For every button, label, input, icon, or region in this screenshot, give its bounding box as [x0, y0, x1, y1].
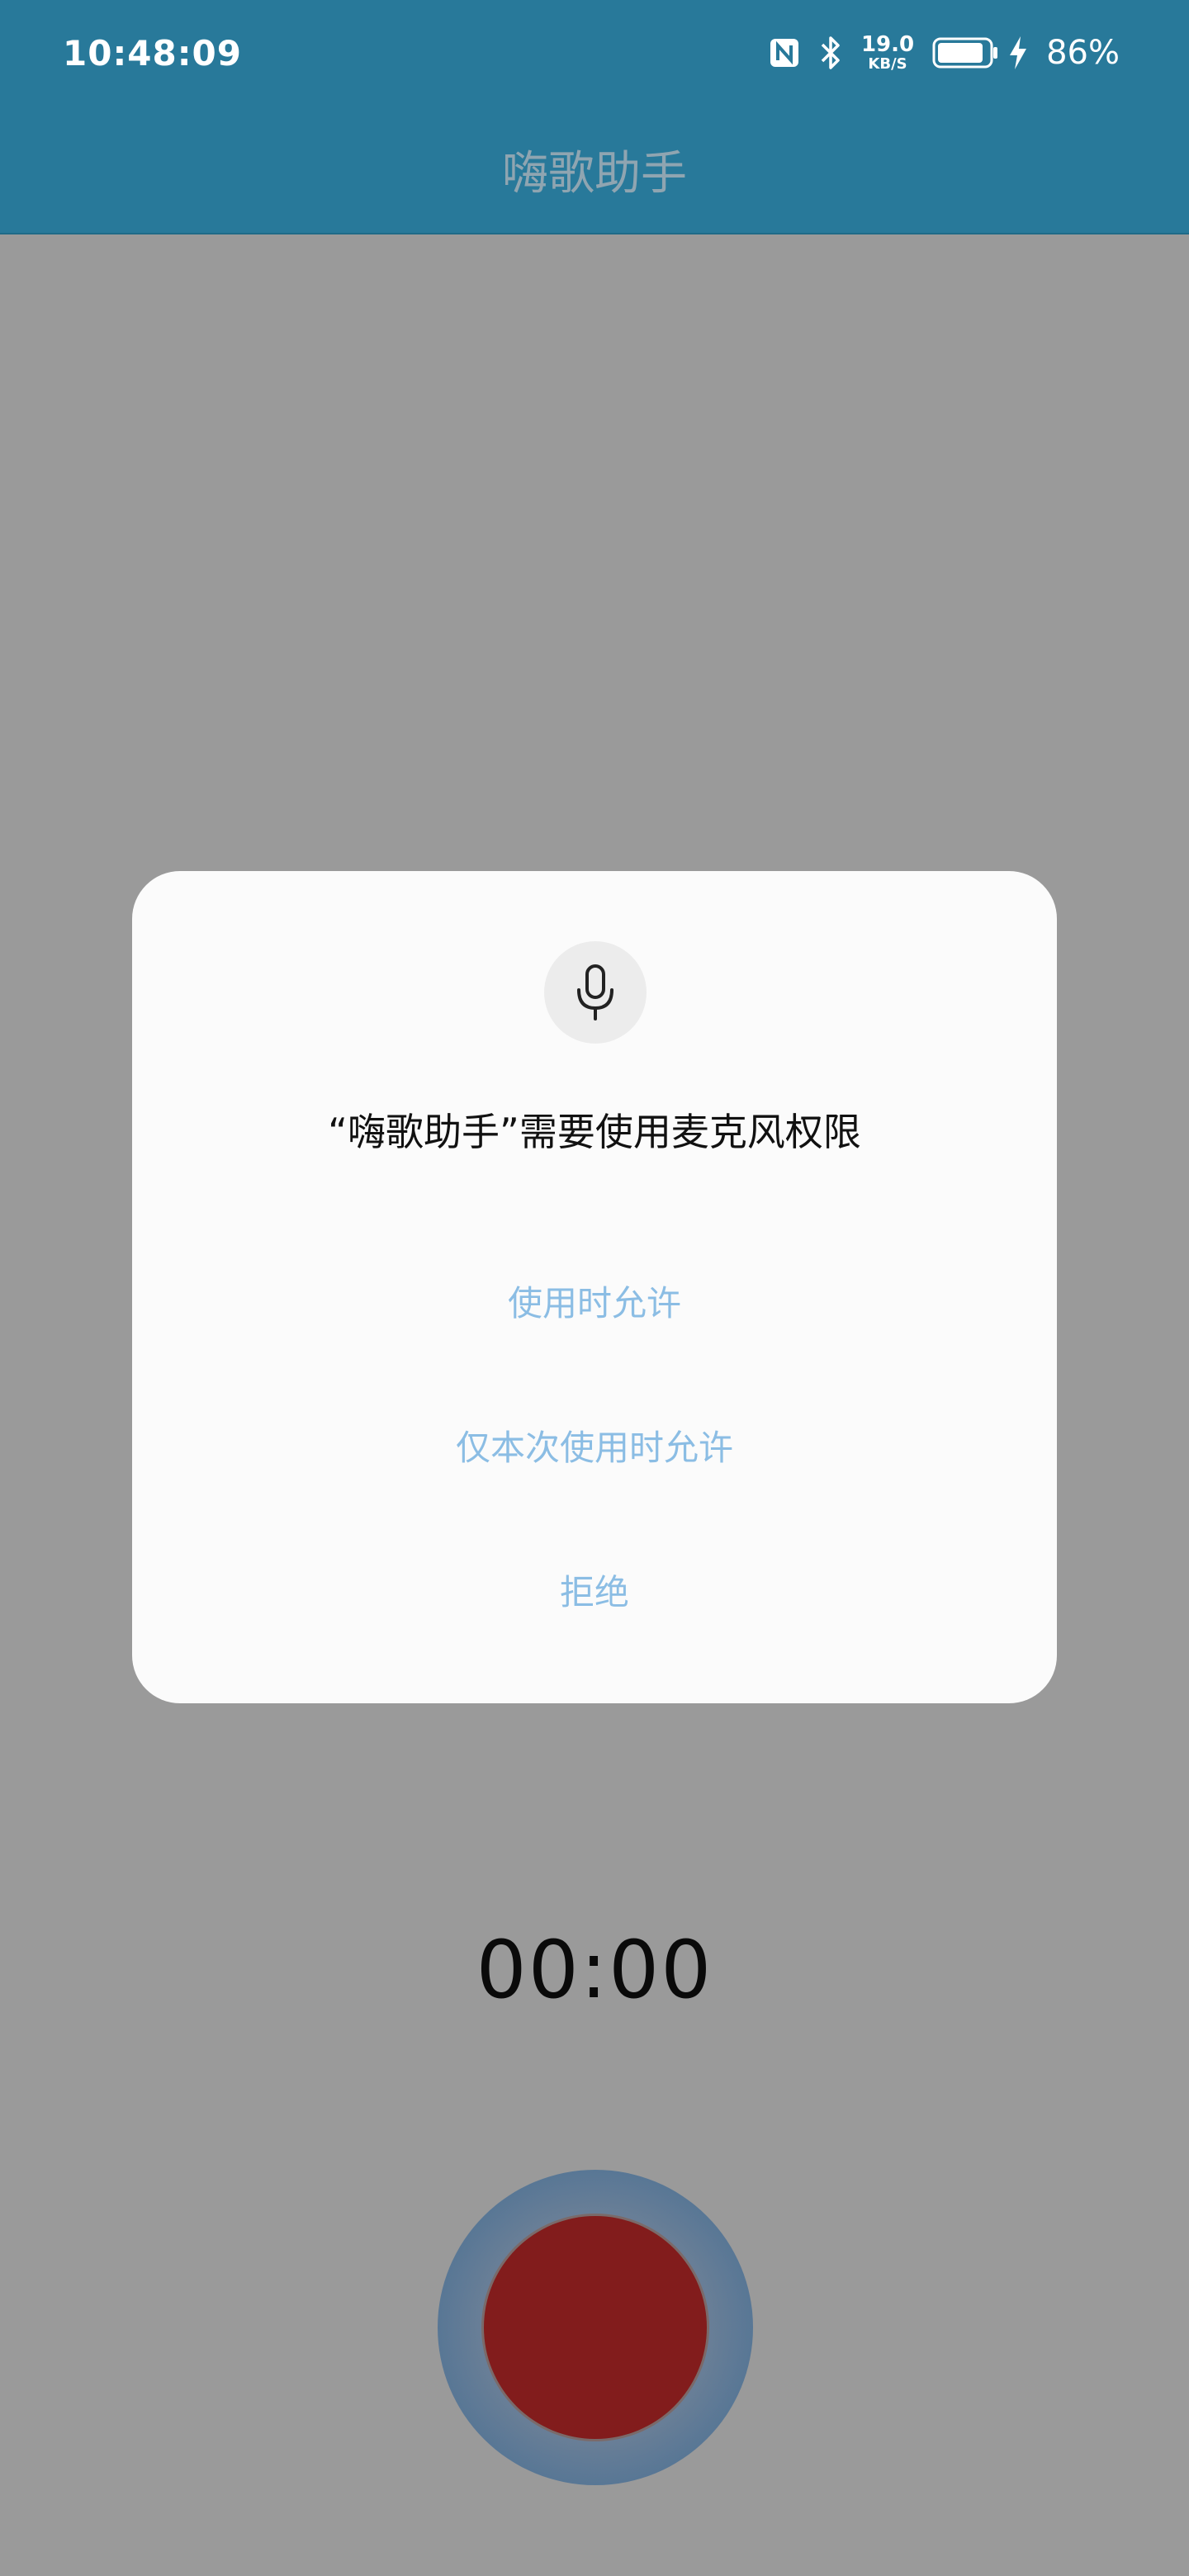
permission-dialog: “嗨歌助手”需要使用麦克风权限 使用时允许 仅本次使用时允许 拒绝 [132, 871, 1057, 1703]
nfc-icon [770, 39, 798, 67]
microphone-icon [577, 964, 613, 1020]
microphone-icon-badge [544, 941, 647, 1044]
deny-button[interactable]: 拒绝 [132, 1543, 1057, 1642]
battery-icon [932, 37, 998, 69]
app-title: 嗨歌助手 [502, 146, 687, 201]
charging-bolt-icon [1010, 36, 1027, 69]
record-button[interactable] [438, 2170, 753, 2485]
status-time: 10:48:09 [63, 33, 242, 73]
status-bar: 10:48:09 19.0 KB/S 86% [0, 0, 1189, 107]
bluetooth-icon [821, 36, 840, 69]
dialog-title: “嗨歌助手”需要使用麦克风权限 [328, 1110, 861, 1154]
allow-this-time-button[interactable]: 仅本次使用时允许 [132, 1399, 1057, 1498]
network-speed-unit: KB/S [868, 55, 907, 73]
record-button-core[interactable] [484, 2216, 707, 2439]
network-speed: 19.0 KB/S [861, 34, 914, 72]
battery-percent: 86% [1046, 34, 1120, 72]
status-icons: 19.0 KB/S 86% [769, 30, 1120, 76]
allow-while-using-button[interactable]: 使用时允许 [132, 1254, 1057, 1353]
recording-timer: 00:00 [476, 1924, 713, 2016]
network-speed-value: 19.0 [860, 32, 915, 57]
